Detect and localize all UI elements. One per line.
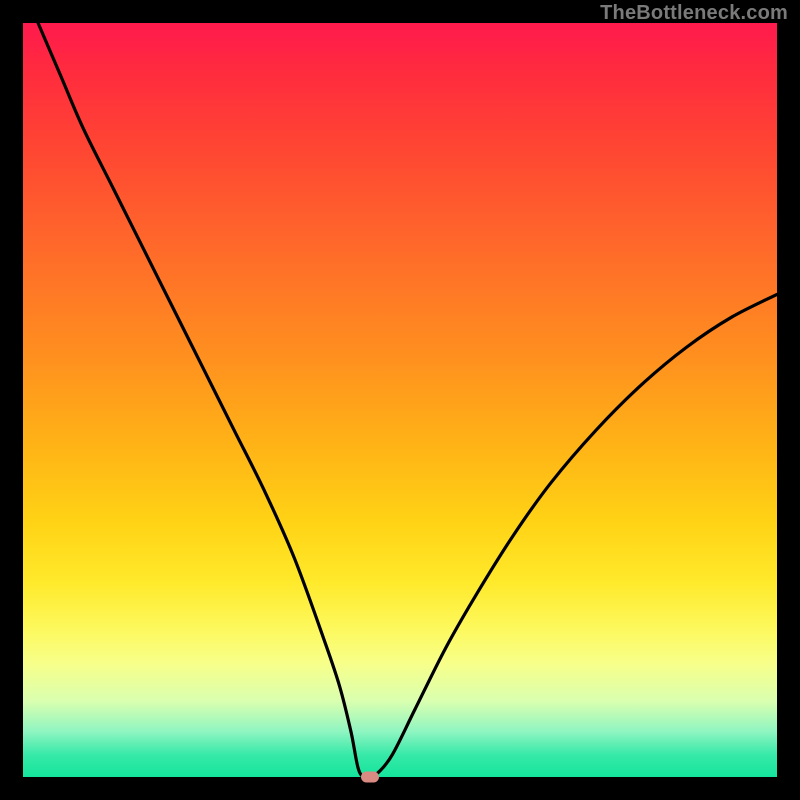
optimal-point-marker: [361, 772, 379, 783]
chart-frame: TheBottleneck.com: [0, 0, 800, 800]
plot-area: [23, 23, 777, 777]
bottleneck-curve: [23, 23, 777, 777]
watermark-text: TheBottleneck.com: [600, 2, 788, 25]
